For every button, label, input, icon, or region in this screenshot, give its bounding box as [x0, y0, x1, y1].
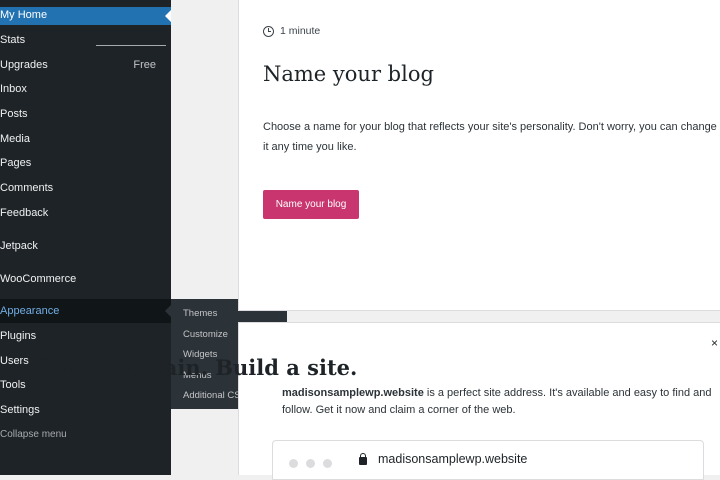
- sidebar-item-label: Upgrades: [0, 59, 48, 71]
- sidebar-item-label: Feedback: [0, 207, 49, 219]
- window-dot-icon: [323, 459, 332, 468]
- sidebar-item-comments[interactable]: Comments: [0, 180, 171, 196]
- domain-card-description: madisonsamplewp.website is a perfect sit…: [282, 385, 712, 419]
- sidebar-item-label: Comments: [0, 182, 54, 194]
- sidebar-item-label: Pages: [0, 157, 32, 169]
- sidebar-item-label: Settings: [0, 404, 40, 416]
- name-your-blog-button[interactable]: Name your blog: [263, 190, 359, 219]
- sidebar-item-label: Stats: [0, 34, 26, 46]
- sidebar-item-my-home[interactable]: My Home: [0, 7, 171, 25]
- lock-icon: [359, 453, 367, 465]
- submenu-item-customize[interactable]: Customize: [183, 329, 228, 340]
- window-dot-icon: [306, 459, 315, 468]
- sidebar-item-media[interactable]: Media: [0, 131, 171, 147]
- sidebar-item-label: Users: [0, 355, 29, 367]
- sidebar-item-posts[interactable]: Posts: [0, 106, 171, 122]
- upgrades-free-badge: Free: [133, 59, 156, 71]
- time-estimate-label: 1 minute: [280, 25, 321, 37]
- name-blog-task-card: 1 minute Name your blog Choose a name fo…: [238, 0, 720, 311]
- sidebar-item-label: Inbox: [0, 83, 27, 95]
- sidebar-item-plugins[interactable]: Plugins: [0, 328, 171, 344]
- time-estimate: 1 minute: [263, 25, 320, 37]
- domain-url: madisonsamplewp.website: [378, 452, 528, 466]
- sidebar-item-inbox[interactable]: Inbox: [0, 81, 171, 97]
- stats-sparkline: [96, 45, 166, 46]
- sidebar-item-label: Jetpack: [0, 240, 38, 252]
- task-description: Choose a name for your blog that reflect…: [263, 121, 717, 153]
- sidebar-item-label: WooCommerce: [0, 273, 77, 285]
- sidebar-item-upgrades[interactable]: Upgrades Free: [0, 57, 171, 73]
- sidebar-item-label: Media: [0, 133, 30, 145]
- sidebar-item-settings[interactable]: Settings: [0, 402, 171, 418]
- close-icon[interactable]: ×: [711, 336, 718, 350]
- domain-name-bold: madisonsamplewp.website: [282, 387, 424, 399]
- sidebar-item-appearance[interactable]: Appearance: [0, 299, 171, 323]
- submenu-item-themes[interactable]: Themes: [183, 308, 217, 319]
- sidebar-item-label: Plugins: [0, 330, 37, 342]
- browser-address-mockup: madisonsamplewp.website: [272, 440, 704, 480]
- sidebar-item-pages[interactable]: Pages: [0, 155, 171, 171]
- collapse-menu-label: Collapse menu: [0, 429, 67, 440]
- sidebar-item-feedback[interactable]: Feedback: [0, 205, 171, 221]
- task-title: Name your blog: [263, 62, 434, 86]
- collapse-menu-button[interactable]: Collapse menu: [0, 427, 171, 443]
- sidebar-item-woocommerce[interactable]: WooCommerce: [0, 271, 171, 287]
- admin-sidebar: My Home Stats Upgrades Free Inbox Posts …: [0, 0, 171, 475]
- sidebar-item-label: Appearance: [0, 305, 60, 317]
- domain-card-title: Own a domain. Build a site.: [33, 355, 358, 380]
- clock-icon: [263, 25, 274, 37]
- active-indicator-arrow: [165, 10, 171, 22]
- sidebar-item-label: Posts: [0, 108, 28, 120]
- window-dot-icon: [289, 459, 298, 468]
- sidebar-item-label: Tools: [0, 379, 26, 391]
- sidebar-item-jetpack[interactable]: Jetpack: [0, 238, 171, 254]
- sidebar-item-label: My Home: [0, 9, 48, 21]
